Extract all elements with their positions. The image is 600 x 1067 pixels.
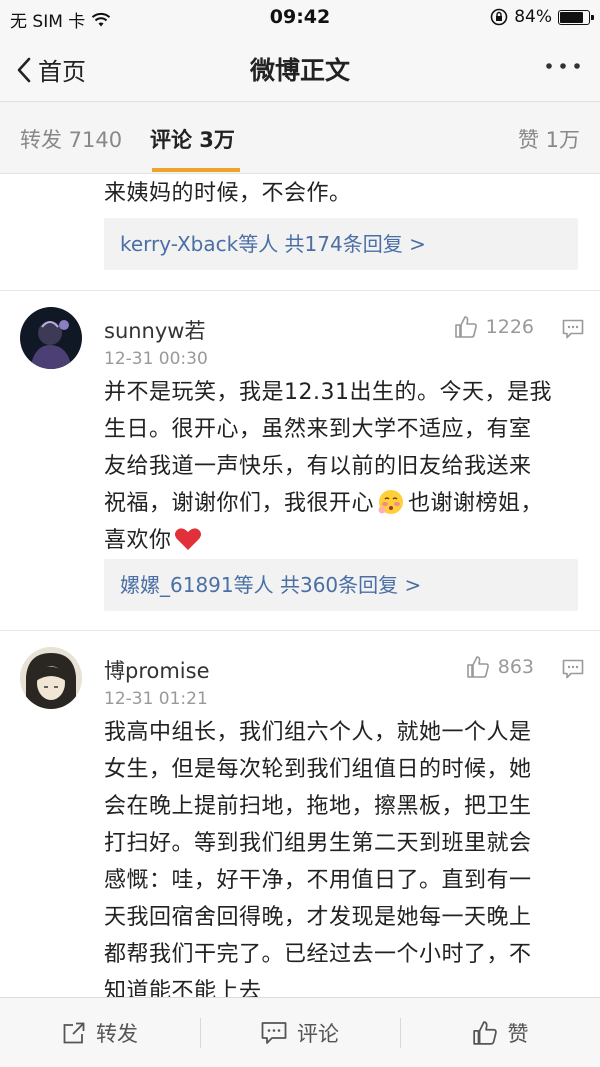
comment-line: 生日。很开心，虽然来到大学不适应，有室 [104,417,532,442]
comment-line: 友给我道一声快乐，有以前的旧友给我送来 [104,454,532,479]
thumbs-up-icon [466,656,489,678]
comment-line-part: 也谢谢榜姐， [408,491,544,516]
comment-item: 来姨妈的时候，不会作。 kerry-Xback等人 共174条回复 > [0,175,600,285]
avatar[interactable] [20,647,82,709]
avatar[interactable] [20,307,82,369]
reply-icon[interactable] [562,319,584,339]
more-dots-icon [546,63,580,69]
comment-body: 我高中组长，我们组六个人，就她一个人是 女生，但是每次轮到我们组值日的时候，她 … [104,714,584,997]
like-button[interactable]: 863 [466,655,534,679]
tab-comment[interactable]: 评论 3万 [150,124,235,154]
replies-summary: 嫘嫘_61891等人 共360条回复 > [120,573,422,597]
avatar-image [20,307,82,369]
like-button[interactable]: 1226 [454,315,534,339]
comment-line: 知道能不能上去 [104,979,262,997]
page-title: 微博正文 [249,56,350,85]
like-count: 863 [497,656,534,678]
comment-time: 12-31 01:21 [104,689,208,709]
comment-line-part: 喜欢你 [104,528,172,553]
comment-line-part: 祝福，谢谢你们，我很开心 [104,491,375,516]
replies-summary: kerry-Xback等人 共174条回复 > [120,232,426,256]
like-label: 赞 [507,1022,529,1046]
status-right: 84% [490,7,594,27]
orientation-lock-icon [490,8,508,26]
comment-item: sunnyw若 12-31 00:30 1226 并不是玩笑，我是12.31出生… [0,291,600,626]
comment-icon [261,1022,287,1044]
blushing-emoji-icon [378,490,404,514]
comment-text: 来姨妈的时候，不会作。 [104,181,352,206]
tab-repost[interactable]: 转发 7140 [20,124,122,154]
comment-line: 会在晚上提前扫地，拖地，擦黑板，把卫生 [104,794,532,819]
comment-label: 评论 [297,1022,339,1046]
nav-bar: 首页 微博正文 [0,34,600,102]
tab-like[interactable]: 赞 1万 [518,124,580,154]
comment-line: 都帮我们干完了。已经过去一个小时了，不 [104,942,532,967]
reply-icon[interactable] [562,659,584,679]
repost-label: 转发 [96,1022,138,1046]
comment-line: 女生，但是每次轮到我们组值日的时候，她 [104,757,532,782]
comment-line: 祝福，谢谢你们，我很开心 也谢谢榜姐， [104,485,584,522]
repost-icon [63,1022,85,1044]
avatar-image [20,647,82,709]
comment-username[interactable]: 博promise [104,655,210,685]
comment-time: 12-31 00:30 [104,349,208,369]
comment-item: 博promise 12-31 01:21 863 我高中组长，我们组六个人，就她… [0,631,600,997]
comment-body: 并不是玩笑，我是12.31出生的。今天，是我 生日。很开心，虽然来到大学不适应，… [104,374,584,559]
heart-emoji-icon [174,528,201,550]
status-bar: 无 SIM 卡 09:42 84% [0,0,600,34]
active-tab-indicator [152,168,240,172]
battery-percent: 84% [514,7,552,27]
thumbs-up-icon [454,316,477,338]
comment-line: 感慨：哇，好干净，不用值日了。直到有一 [104,868,532,893]
battery-icon [558,9,594,25]
comment-username[interactable]: sunnyw若 [104,315,205,345]
comment-line: 喜欢你 [104,522,584,559]
like-bottom-button[interactable]: 赞 [400,998,600,1067]
battery-fill [560,11,584,23]
more-button[interactable] [544,52,582,87]
comment-line: 天我回宿舍回得晚，才发现是她每一天晚上 [104,905,532,930]
like-count: 1226 [485,316,534,338]
repost-button[interactable]: 转发 [0,998,200,1067]
comment-line: 并不是玩笑，我是12.31出生的。今天，是我 [104,380,552,405]
comment-line: 打扫好。等到我们组男生第二天到班里就会 [104,831,532,856]
replies-link[interactable]: 嫘嫘_61891等人 共360条回复 > [104,559,578,611]
comment-list[interactable]: 来姨妈的时候，不会作。 kerry-Xback等人 共174条回复 > sunn… [0,175,600,997]
thumbs-up-icon [472,1021,497,1045]
comment-line: 我高中组长，我们组六个人，就她一个人是 [104,720,532,745]
comment-button[interactable]: 评论 [200,998,400,1067]
tab-bar: 转发 7140 评论 3万 赞 1万 [0,102,600,174]
replies-link[interactable]: kerry-Xback等人 共174条回复 > [104,218,578,270]
bottom-action-bar: 转发 评论 赞 [0,997,600,1067]
